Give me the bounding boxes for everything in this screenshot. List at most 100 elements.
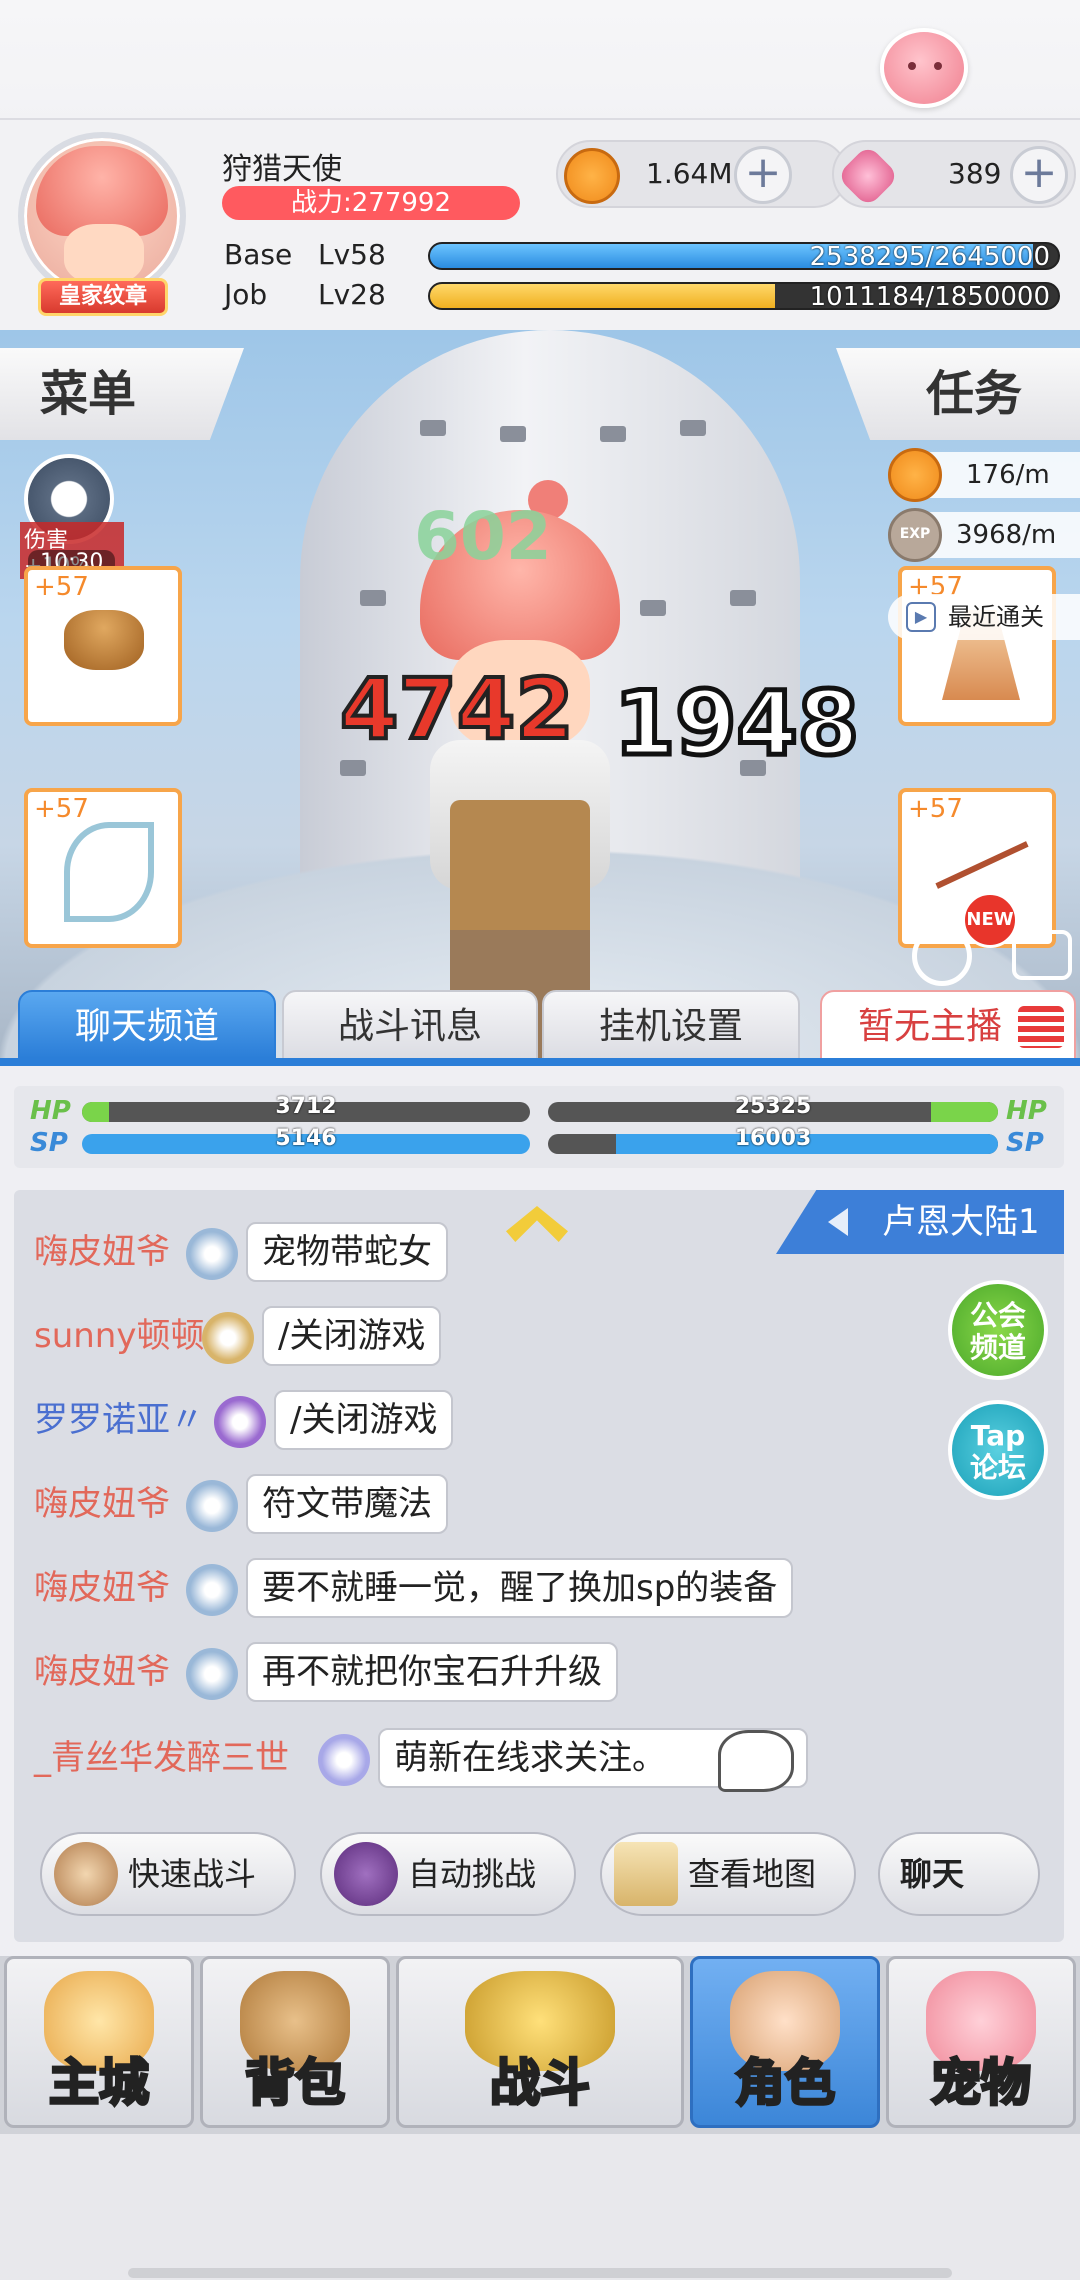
menu-label: 菜单: [40, 366, 137, 422]
exp-badge-icon: EXP: [888, 508, 942, 562]
chat-toggle-button[interactable]: 聊天: [878, 1832, 1040, 1916]
damage-number-green: 602: [414, 498, 552, 575]
enemy-hp-value: 25325: [734, 1094, 812, 1119]
chat-sender-name[interactable]: _青丝华发醉三世: [34, 1738, 289, 1778]
equip-slot-bottom-left[interactable]: +57: [24, 788, 182, 948]
quest-label: 任务: [926, 366, 1023, 422]
chat-message[interactable]: 嗨皮妞爷 宠物带蛇女: [34, 1222, 914, 1282]
view-map-label: 查看地图: [688, 1855, 817, 1893]
rank-emblem-icon: [202, 1312, 254, 1364]
add-gem-button[interactable]: +: [1010, 146, 1068, 204]
pink-gem-icon: [836, 144, 900, 208]
gold-amount: 1.64M: [646, 157, 733, 190]
chat-sender-name[interactable]: 嗨皮妞爷: [34, 1568, 170, 1608]
recent-clear-button[interactable]: ▶ 最近通关: [888, 594, 1080, 640]
chat-message-text: 宠物带蛇女: [246, 1222, 448, 1282]
rank-emblem-icon: [186, 1480, 238, 1532]
tab-battle-info[interactable]: 战斗讯息: [282, 990, 538, 1060]
recent-clear-label: 最近通关: [948, 603, 1044, 631]
zeny-coin-icon: [888, 448, 942, 502]
equip-slot-bottom-right[interactable]: +57 NEW: [898, 788, 1056, 948]
royal-badge: 皇家纹章: [38, 278, 168, 316]
nav-character[interactable]: 角色: [690, 1956, 880, 2128]
chat-message[interactable]: 嗨皮妞爷 符文带魔法: [34, 1474, 914, 1534]
tab-chat-channel[interactable]: 聊天频道: [18, 990, 276, 1060]
gesture-bar[interactable]: [128, 2268, 952, 2278]
pet-float-icon[interactable]: [880, 28, 968, 108]
chat-message[interactable]: sunny顿顿/关闭游戏: [34, 1306, 914, 1366]
warrior-icon: [54, 1842, 118, 1906]
rank-emblem-icon: [214, 1396, 266, 1448]
nav-label: 宠物: [930, 2053, 1033, 2114]
chat-message[interactable]: 嗨皮妞爷 要不就睡一觉，醒了换加sp的装备: [34, 1558, 914, 1618]
chat-message-text: /关闭游戏: [262, 1306, 442, 1366]
tab-underline: [0, 1058, 1080, 1066]
base-exp-text: 2538295/2645000: [809, 242, 1050, 270]
auto-challenge-button[interactable]: 自动挑战: [320, 1832, 576, 1916]
damage-number-white: 1948: [612, 670, 862, 778]
chat-message-text: 再不就把你宝石升升级: [246, 1642, 618, 1702]
bow-icon: [64, 822, 154, 922]
gold-rate: 176/m: [888, 448, 1080, 502]
chat-toggle-label: 聊天: [900, 1855, 965, 1893]
gem-currency: 389 +: [832, 140, 1076, 208]
menu-button[interactable]: 菜单: [0, 348, 244, 440]
tap-forum-button[interactable]: Tap 论坛: [948, 1400, 1048, 1500]
nav-label: 战斗: [489, 2053, 592, 2114]
damage-number-red: 4742: [338, 658, 576, 760]
add-gold-button[interactable]: +: [734, 146, 792, 204]
nav-pet[interactable]: 宠物: [886, 1956, 1076, 2128]
my-hp-label: HP: [30, 1096, 71, 1126]
job-level: Lv28: [318, 278, 386, 311]
chat-message[interactable]: 罗罗诺亚〃 /关闭游戏: [34, 1390, 914, 1450]
fast-battle-label: 快速战斗: [128, 1855, 257, 1893]
quest-button[interactable]: 任务: [836, 348, 1080, 440]
chat-sender-name[interactable]: 嗨皮妞爷: [34, 1484, 170, 1524]
nav-label: 主城: [48, 2053, 151, 2114]
hp-sp-panel: HP SP 3712 5146 25325 16003 HP SP: [14, 1086, 1064, 1168]
brown-pot-icon: [64, 610, 144, 670]
enemy-sp-value: 16003: [734, 1126, 812, 1151]
equip-slot-top-left[interactable]: +57: [24, 566, 182, 726]
chat-sender-name[interactable]: sunny顿顿: [34, 1316, 204, 1356]
job-exp-text: 1011184/1850000: [809, 282, 1050, 310]
broadcast-label: 暂无主播: [858, 1006, 1003, 1047]
equip-slot-top-right[interactable]: +57: [898, 566, 1056, 726]
chat-sender-name[interactable]: 嗨皮妞爷: [34, 1652, 170, 1692]
rank-emblem-icon: [318, 1734, 370, 1786]
empty-footer: [0, 2134, 1080, 2280]
arrow-icon: [935, 841, 1029, 889]
chat-panel[interactable]: 卢恩大陆1 公会 频道 Tap 论坛 嗨皮妞爷 宠物带蛇女 sunny顿顿/关闭游戏…: [14, 1190, 1064, 1942]
enemy-hp-label: HP: [1006, 1096, 1047, 1126]
rank-emblem-icon: [186, 1648, 238, 1700]
disc-icon[interactable]: [912, 926, 972, 986]
nav-label: 角色: [734, 2053, 837, 2114]
chat-message-text: 要不就睡一觉，醒了换加sp的装备: [246, 1558, 794, 1618]
chat-message-text: /关闭游戏: [274, 1390, 454, 1450]
battle-scene: 菜单 任务 伤害+10% 10:30 +57 +57 +57 +57 NEW: [0, 330, 1080, 1065]
exp-rate-value: 3968/m: [956, 520, 1057, 550]
broadcast-icon: [1018, 1006, 1064, 1048]
broadcast-status[interactable]: 暂无主播: [820, 990, 1076, 1060]
chat-message[interactable]: 嗨皮妞爷 再不就把你宝石升升级: [34, 1642, 914, 1702]
tab-idle-settings[interactable]: 挂机设置: [542, 990, 800, 1060]
exp-rate: EXP 3968/m: [888, 508, 1080, 562]
camera-icon[interactable]: [1012, 930, 1072, 980]
chat-sender-name[interactable]: 罗罗诺亚〃: [34, 1400, 204, 1440]
nav-battle[interactable]: 战斗: [396, 1956, 684, 2128]
guild-channel-button[interactable]: 公会 频道: [948, 1280, 1048, 1380]
nav-backpack[interactable]: 背包: [200, 1956, 390, 2128]
chat-sender-name[interactable]: 嗨皮妞爷: [34, 1232, 170, 1272]
my-sp-label: SP: [30, 1128, 68, 1158]
view-map-button[interactable]: 查看地图: [600, 1832, 856, 1916]
buff-indicator[interactable]: 伤害+10% 10:30: [20, 454, 124, 579]
player-avatar[interactable]: [18, 132, 186, 300]
new-badge: NEW: [962, 892, 1018, 948]
nav-main-city[interactable]: 主城: [4, 1956, 194, 2128]
base-exp-bar: 2538295/2645000: [428, 242, 1060, 270]
equip-plus: +57: [34, 572, 89, 602]
job-label: Job: [224, 278, 268, 311]
emoji-icon[interactable]: [718, 1730, 794, 1792]
equip-plus: +57: [34, 794, 89, 824]
fast-battle-button[interactable]: 快速战斗: [40, 1832, 296, 1916]
